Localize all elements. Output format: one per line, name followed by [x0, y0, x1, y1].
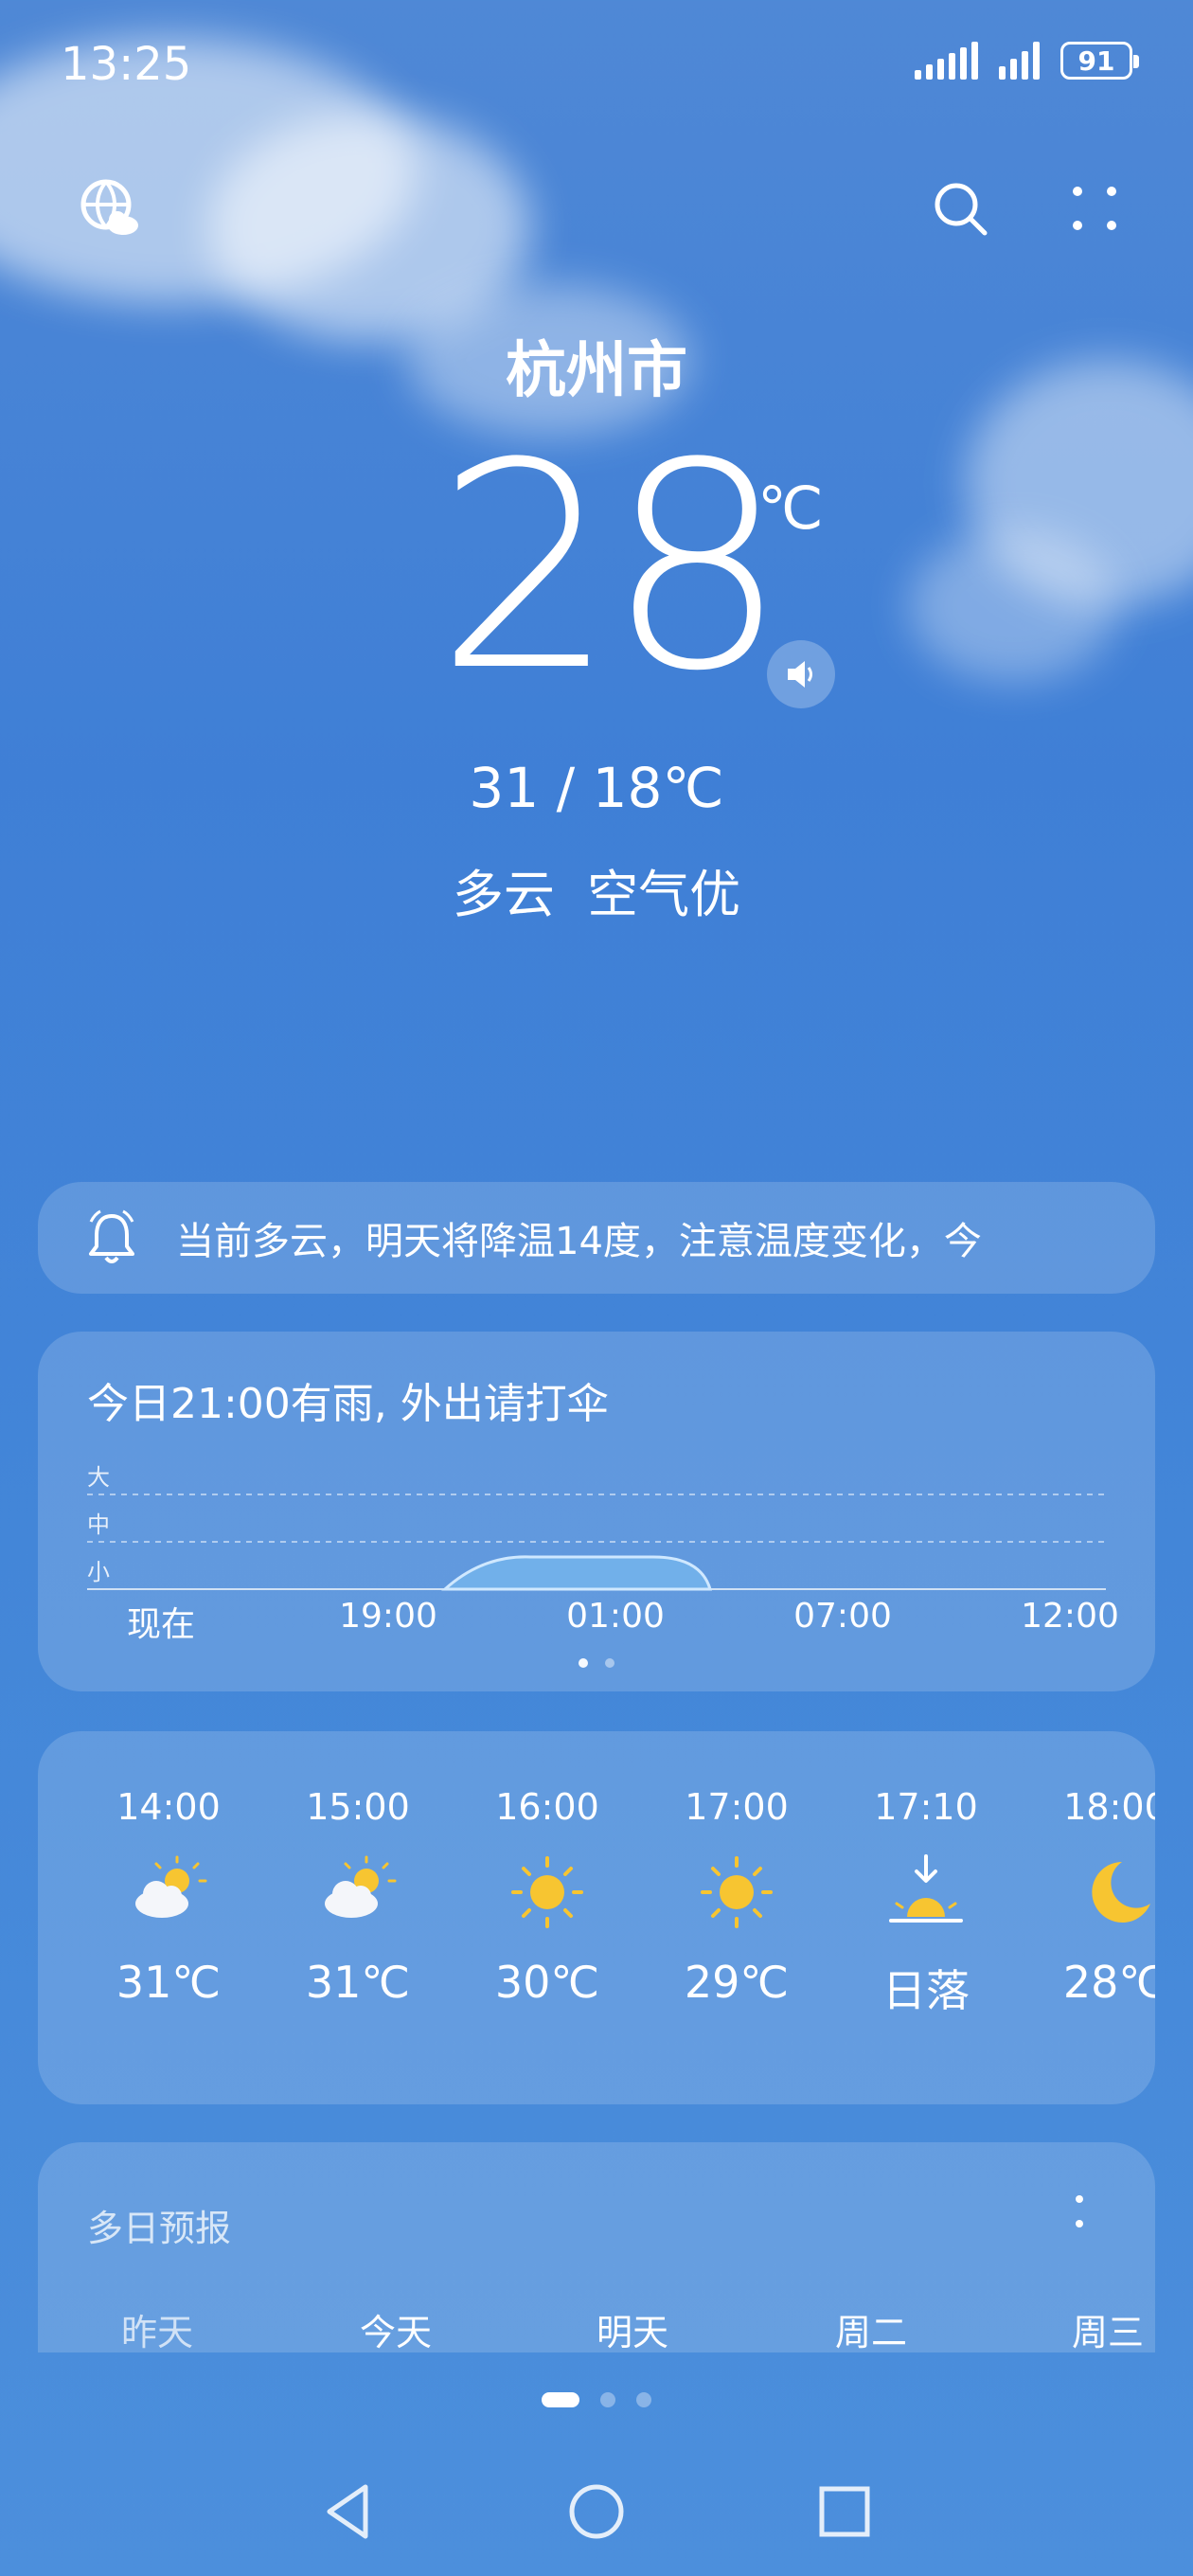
x-label: 现在 — [126, 1605, 195, 1644]
status-time: 13:25 — [61, 38, 192, 91]
page-dot — [605, 1658, 614, 1668]
day-label[interactable]: 周三 — [1032, 2303, 1155, 2352]
more-vertical-icon[interactable] — [1070, 2191, 1089, 2233]
back-icon[interactable] — [320, 2481, 377, 2542]
hourly-item[interactable]: 17:00 29℃ — [651, 1731, 822, 2008]
search-icon[interactable] — [922, 170, 998, 246]
rain-forecast-card[interactable]: 今日21:00有雨, 外出请打伞 大 中 小 现在 19:00 01:00 07… — [38, 1332, 1155, 1691]
weather-condition: 多云 空气优 — [452, 865, 741, 924]
page-dot-active — [542, 2392, 579, 2407]
partly-cloudy-sun-icon — [135, 1855, 207, 1918]
day-label[interactable]: 昨天 — [81, 2303, 233, 2352]
hour-time: 17:00 — [685, 1786, 789, 1828]
temperature-range: 31 / 18℃ — [469, 756, 724, 820]
level-label-medium: 中 — [87, 1512, 110, 1538]
multi-day-title: 多日预报 — [87, 2208, 232, 2249]
hour-time: 17:10 — [874, 1786, 978, 1828]
hourly-item[interactable]: 17:10 日落 — [841, 1731, 1011, 2019]
level-label-light: 小 — [87, 1559, 110, 1585]
day-label[interactable]: 周二 — [795, 2303, 947, 2352]
moon-icon — [1092, 1862, 1150, 1923]
page-dot — [636, 2392, 651, 2407]
signal-icon — [915, 42, 978, 80]
battery-level: 91 — [1077, 45, 1115, 77]
more-icon[interactable] — [1057, 170, 1132, 246]
hour-temp: 29℃ — [684, 1957, 790, 2008]
hour-time: 18:00 — [1063, 1786, 1155, 1828]
signal-icon-2 — [999, 42, 1040, 80]
temperature-unit: ℃ — [757, 474, 824, 543]
x-label: 19:00 — [339, 1597, 437, 1636]
city-name: 杭州市 — [506, 336, 687, 406]
day-label[interactable]: 明天 — [557, 2303, 708, 2352]
hourly-item[interactable]: 16:00 30℃ — [462, 1731, 632, 2008]
city-manage-icon[interactable] — [72, 170, 148, 246]
sun-icon — [701, 1856, 773, 1928]
x-label: 01:00 — [566, 1597, 665, 1636]
home-icon[interactable] — [566, 2481, 627, 2542]
hour-temp: 28℃ — [1062, 1957, 1155, 2008]
hour-time: 14:00 — [116, 1786, 221, 1828]
rain-area — [441, 1555, 713, 1591]
multi-day-forecast-card[interactable]: 多日预报 昨天 今天 明天 周二 周三 — [38, 2142, 1155, 2352]
hourly-forecast-card[interactable]: 14:00 31℃ 15:00 31℃ 16:00 30℃ 17:00 29℃ … — [38, 1731, 1155, 2104]
hourly-item[interactable]: 15:00 31℃ — [273, 1731, 443, 2008]
current-temperature: 28 — [436, 402, 788, 733]
speaker-button[interactable] — [767, 640, 835, 708]
alert-text: 当前多云，明天将降温14度，注意温度变化，今 — [176, 1220, 982, 1263]
bell-icon — [89, 1209, 134, 1263]
sunset-icon — [889, 1854, 963, 1923]
battery-icon: 91 — [1060, 42, 1139, 80]
hour-temp: 31℃ — [116, 1957, 222, 2008]
hour-temp: 日落 — [882, 1965, 970, 2016]
status-icons: 91 — [915, 42, 1139, 80]
x-label: 12:00 — [1021, 1597, 1119, 1636]
page-indicator — [0, 2392, 1193, 2407]
recents-icon[interactable] — [816, 2483, 873, 2540]
navigation-bar — [0, 2474, 1193, 2549]
hourly-item[interactable]: 18:00 28℃ — [1030, 1731, 1155, 2008]
page-dot — [600, 2392, 615, 2407]
page-dot-active — [579, 1658, 588, 1668]
sun-icon — [511, 1856, 583, 1928]
partly-cloudy-sun-icon — [325, 1855, 397, 1918]
x-label: 07:00 — [793, 1597, 892, 1636]
hour-time: 15:00 — [306, 1786, 410, 1828]
speaker-icon — [788, 661, 812, 688]
hour-time: 16:00 — [495, 1786, 599, 1828]
hour-temp: 30℃ — [494, 1957, 600, 2008]
hourly-item[interactable]: 14:00 31℃ — [83, 1731, 254, 2008]
hour-temp: 31℃ — [305, 1957, 411, 2008]
weather-alert-card[interactable]: 当前多云，明天将降温14度，注意温度变化，今 — [38, 1182, 1155, 1294]
level-label-heavy: 大 — [87, 1464, 110, 1491]
day-label[interactable]: 今天 — [320, 2303, 472, 2352]
